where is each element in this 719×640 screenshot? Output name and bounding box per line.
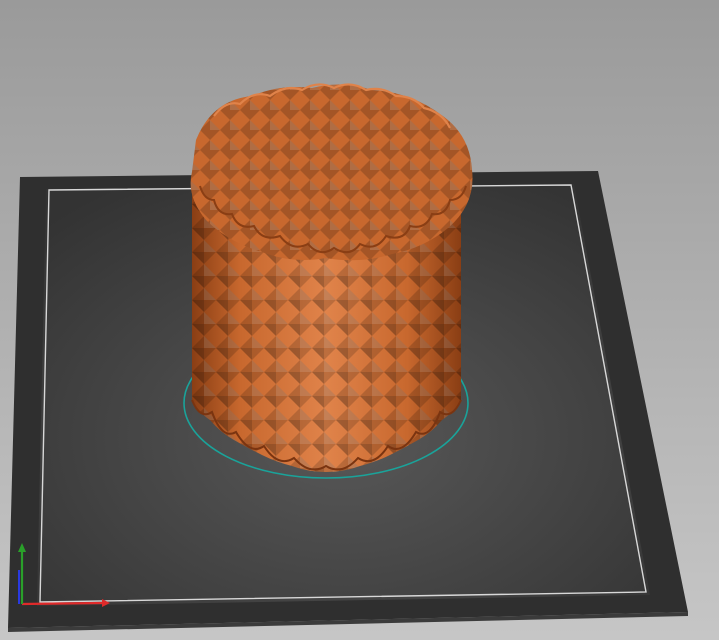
3d-scene[interactable] — [0, 0, 719, 640]
3d-viewport[interactable] — [0, 0, 719, 640]
x-axis-line — [21, 601, 103, 606]
model-object[interactable] — [190, 83, 473, 472]
